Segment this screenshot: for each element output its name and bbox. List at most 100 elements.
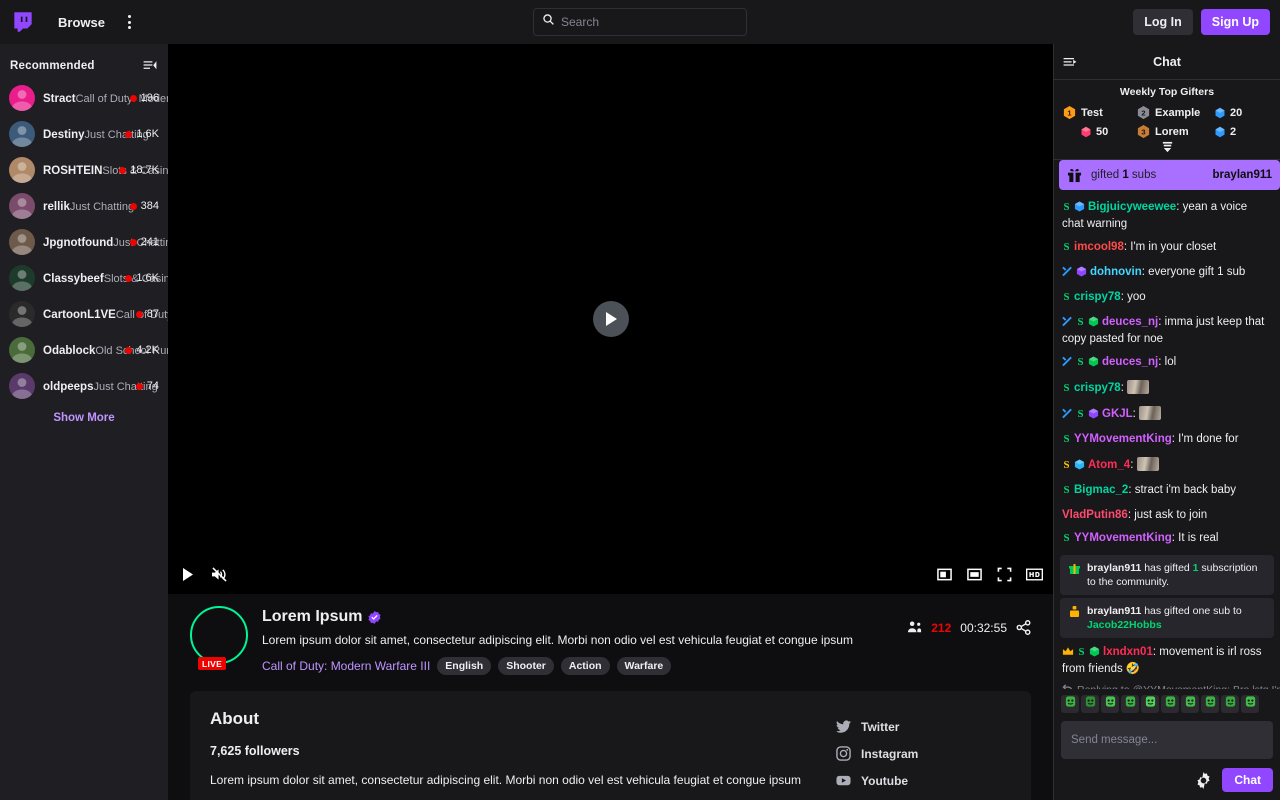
emote-button[interactable] [1141, 695, 1159, 713]
sidebar-item-text: ClassybeefSlots & Casino [43, 269, 168, 287]
tag-english[interactable]: English [437, 657, 492, 675]
sidebar-item-odablock[interactable]: OdablockOld School RuneS...4.2K [0, 332, 168, 368]
search-box[interactable] [533, 8, 747, 36]
gifters-grid: 1 Test 2 Example 20 50 3 Lorem 2 [1062, 105, 1272, 139]
collapse-sidebar-icon[interactable] [142, 58, 158, 74]
pinned-gift-banner[interactable]: gifted 1 subs braylan911 [1059, 160, 1280, 190]
chat-username[interactable]: crispy78 [1074, 291, 1121, 303]
hd-quality-icon[interactable] [1025, 565, 1043, 583]
gifter-rank-1[interactable]: 1 Test [1062, 105, 1132, 120]
emote-button[interactable] [1061, 695, 1079, 713]
gifter-rank-3[interactable]: 3 Lorem [1132, 124, 1202, 139]
search-icon [542, 13, 555, 31]
social-link-twitter[interactable]: Twitter [836, 713, 1011, 740]
sidebar-item-rellik[interactable]: rellikJust Chatting 384 [0, 188, 168, 224]
chat-username[interactable]: imcool98 [1074, 241, 1124, 253]
chat-username[interactable]: Bigjuicyweewee [1088, 201, 1176, 213]
signup-button[interactable]: Sign Up [1200, 9, 1270, 35]
chat-message-list[interactable]: gifted 1 subs braylan911 S Bigjuicyweewee… [1054, 160, 1280, 689]
youtube-icon [836, 773, 851, 788]
picture-in-picture-icon[interactable] [935, 565, 953, 583]
pinned-username[interactable]: braylan911 [1213, 169, 1272, 181]
chat-username[interactable]: crispy78 [1074, 382, 1121, 394]
sidebar-item-roshtein[interactable]: ROSHTEINSlots & Casino 18.7K [0, 152, 168, 188]
chat-message-text: : I'm done for [1171, 433, 1239, 445]
stream-text-block: Lorem Ipsum Lorem ipsum dolor sit amet, … [262, 606, 893, 675]
chat-username[interactable]: YYMovementKing [1074, 433, 1172, 445]
browse-link[interactable]: Browse [50, 11, 113, 34]
emote-button[interactable] [1201, 695, 1219, 713]
chat-username[interactable]: VladPutin86 [1062, 509, 1128, 521]
chat-username[interactable]: deuces_nj [1102, 316, 1158, 328]
show-more-button[interactable]: Show More [0, 404, 168, 432]
sidebar-item-destiny[interactable]: DestinyJust Chatting 1.6K [0, 116, 168, 152]
emote-icon [1224, 695, 1237, 713]
emote-button[interactable] [1161, 695, 1179, 713]
social-link-youtube[interactable]: Youtube [836, 767, 1011, 794]
gifter-rank-2[interactable]: 2 Example [1132, 105, 1202, 120]
page-title[interactable]: Lorem Ipsum [262, 608, 362, 626]
cube-purple-badge [1076, 266, 1087, 282]
sidebar-item-jpgnotfound[interactable]: JpgnotfoundJust Chatting241 [0, 224, 168, 260]
chat-message-text: : yoo [1120, 291, 1146, 303]
svg-text:S: S [1079, 646, 1085, 657]
avatar[interactable]: LIVE [190, 606, 248, 670]
pinned-text: gifted 1 subs [1091, 169, 1157, 181]
play-icon[interactable] [592, 301, 629, 337]
tag-action[interactable]: Action [560, 657, 610, 675]
video-player[interactable] [168, 44, 1053, 594]
login-button[interactable]: Log In [1133, 9, 1193, 35]
emote-button[interactable] [1221, 695, 1239, 713]
gift-sub-icon [1068, 605, 1081, 618]
twitch-logo[interactable] [10, 9, 36, 35]
tag-shooter[interactable]: Shooter [498, 657, 554, 675]
send-chat-button[interactable]: Chat [1222, 768, 1273, 792]
volume-muted-icon[interactable] [210, 565, 228, 583]
fullscreen-icon[interactable] [995, 565, 1013, 583]
sidebar-item-stract[interactable]: StractCall of Duty: Moder...196 [0, 80, 168, 116]
chat-settings-gear-icon[interactable] [1195, 771, 1212, 789]
chat-username[interactable]: deuces_nj [1102, 356, 1158, 368]
sidebar-item-label: Stract [43, 93, 76, 105]
kebab-menu-icon[interactable] [119, 11, 141, 33]
expand-chat-icon[interactable] [1062, 54, 1078, 70]
search-input[interactable] [561, 15, 738, 29]
game-category-link[interactable]: Call of Duty: Modern Warfare III [262, 659, 430, 673]
expand-gifters-icon[interactable] [1062, 139, 1272, 157]
sidebar-item-cartoonl1ve[interactable]: CartoonL1VECall of Duty: Modern...87 [0, 296, 168, 332]
play-icon[interactable] [178, 565, 196, 583]
player-controls-left [178, 565, 228, 583]
emote-icon [1244, 695, 1257, 713]
social-link-label: Twitter [861, 719, 900, 734]
emote-button[interactable] [1101, 695, 1119, 713]
social-link-instagram[interactable]: Instagram [836, 740, 1011, 767]
chat-input[interactable] [1071, 734, 1263, 746]
sword-badge [1062, 407, 1073, 424]
emote-button[interactable] [1121, 695, 1139, 713]
sidebar-item-oldpeeps[interactable]: oldpeepsJust Chatting 74 [0, 368, 168, 404]
chat-message-text: : just ask to join [1127, 509, 1208, 521]
chat-username[interactable]: dohnovin [1090, 266, 1142, 278]
player-controls [168, 554, 1053, 594]
avatar [9, 337, 35, 363]
emote-icon [1064, 695, 1077, 713]
theater-mode-icon[interactable] [965, 565, 983, 583]
chat-username[interactable]: lxndxn01 [1103, 646, 1153, 658]
chat-username[interactable]: Atom_4 [1088, 459, 1130, 471]
tag-warfare[interactable]: Warfare [616, 657, 672, 675]
emote-button[interactable] [1181, 695, 1199, 713]
sidebar-item-classybeef[interactable]: ClassybeefSlots & Casino1.6K [0, 260, 168, 296]
emote-button[interactable] [1241, 695, 1259, 713]
share-icon[interactable] [1016, 620, 1031, 635]
chat-username[interactable]: GKJL [1102, 408, 1133, 420]
chat-input-box[interactable] [1061, 721, 1273, 759]
blue-gem-icon [1214, 126, 1226, 138]
stream-uptime: 00:32:55 [960, 620, 1007, 635]
chat-username[interactable]: YYMovementKing [1074, 532, 1172, 544]
viewer-count: 74 [135, 380, 159, 392]
social-link-discord[interactable]: Discord [836, 794, 1011, 800]
reply-icon [1062, 683, 1073, 689]
weekly-top-gifters: Weekly Top Gifters 1 Test 2 Example 20 50 3 Lor… [1054, 80, 1280, 160]
emote-button[interactable] [1081, 695, 1099, 713]
chat-username[interactable]: Bigmac_2 [1074, 484, 1128, 496]
